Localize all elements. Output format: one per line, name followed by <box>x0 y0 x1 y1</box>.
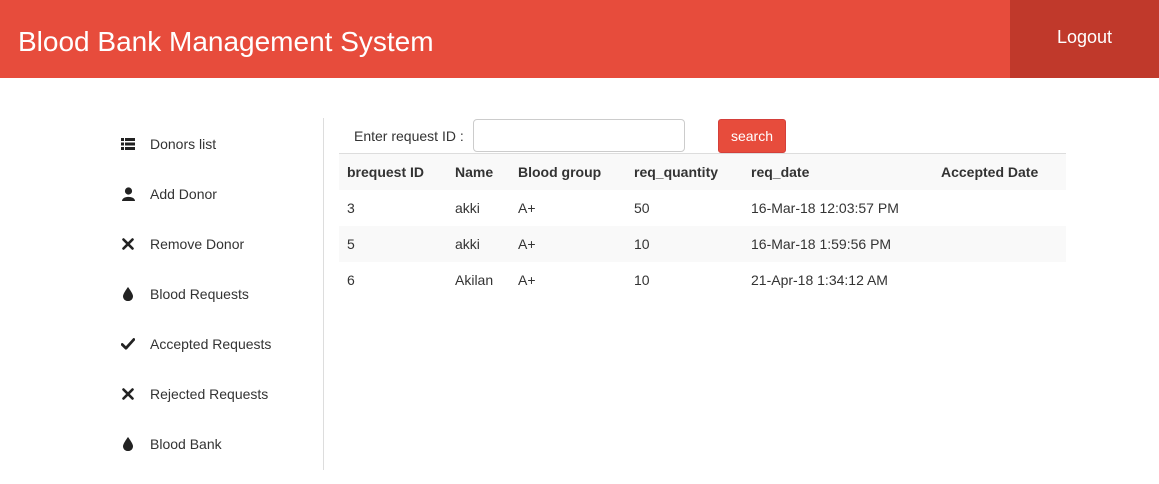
table-cell: Akilan <box>447 262 510 298</box>
check-icon <box>120 336 136 352</box>
table-cell: 10 <box>626 262 743 298</box>
sidebar: Donors list Add Donor Remove Donor Blood… <box>0 118 324 470</box>
column-header: brequest ID <box>339 153 447 190</box>
logout-button[interactable]: Logout <box>1010 0 1159 78</box>
sidebar-item-rejected-requests[interactable]: Rejected Requests <box>120 382 268 406</box>
top-navbar: Blood Bank Management System Logout <box>0 0 1159 78</box>
column-header: Blood group <box>510 153 626 190</box>
column-header: Name <box>447 153 510 190</box>
sidebar-item-label: Remove Donor <box>150 236 245 252</box>
app-title[interactable]: Blood Bank Management System <box>18 25 434 59</box>
table-cell <box>933 226 1066 262</box>
table-cell: 5 <box>339 226 447 262</box>
table-cell: 21-Apr-18 1:34:12 AM <box>743 262 933 298</box>
request-id-label: Enter request ID : <box>354 128 464 144</box>
table-header-row: brequest ID Name Blood group req_quantit… <box>339 153 1066 190</box>
user-icon <box>120 186 136 202</box>
request-id-input[interactable] <box>473 119 685 152</box>
drop-icon <box>120 436 136 452</box>
table-cell: 3 <box>339 190 447 226</box>
sidebar-item-donors-list[interactable]: Donors list <box>120 132 216 156</box>
drop-icon <box>120 286 136 302</box>
sidebar-item-label: Donors list <box>150 136 217 152</box>
sidebar-item-blood-requests[interactable]: Blood Requests <box>120 282 249 306</box>
search-button[interactable]: search <box>718 119 786 153</box>
sidebar-item-label: Blood Bank <box>150 436 222 452</box>
column-header: req_quantity <box>626 153 743 190</box>
requests-table: brequest ID Name Blood group req_quantit… <box>339 153 1066 298</box>
table-cell: akki <box>447 226 510 262</box>
table-row: 5 akki A+ 10 16-Mar-18 1:59:56 PM <box>339 226 1066 262</box>
close-icon <box>120 236 136 252</box>
sidebar-item-remove-donor[interactable]: Remove Donor <box>120 232 244 256</box>
table-cell: 16-Mar-18 12:03:57 PM <box>743 190 933 226</box>
column-header: Accepted Date <box>933 153 1066 190</box>
close-icon <box>120 386 136 402</box>
table-cell: A+ <box>510 262 626 298</box>
table-cell <box>933 190 1066 226</box>
table-cell: 50 <box>626 190 743 226</box>
table-cell: A+ <box>510 226 626 262</box>
column-header: req_date <box>743 153 933 190</box>
sidebar-item-label: Rejected Requests <box>150 386 269 402</box>
sidebar-item-label: Add Donor <box>150 186 217 202</box>
table-cell: 6 <box>339 262 447 298</box>
table-cell: A+ <box>510 190 626 226</box>
table-cell: 10 <box>626 226 743 262</box>
sidebar-item-label: Blood Requests <box>150 286 249 302</box>
table-row: 3 akki A+ 50 16-Mar-18 12:03:57 PM <box>339 190 1066 226</box>
table-cell: 16-Mar-18 1:59:56 PM <box>743 226 933 262</box>
sidebar-item-blood-bank[interactable]: Blood Bank <box>120 432 222 456</box>
table-cell: akki <box>447 190 510 226</box>
table-row: 6 Akilan A+ 10 21-Apr-18 1:34:12 AM <box>339 262 1066 298</box>
list-icon <box>120 136 136 152</box>
sidebar-item-add-donor[interactable]: Add Donor <box>120 182 217 206</box>
sidebar-item-label: Accepted Requests <box>150 336 272 352</box>
table-cell <box>933 262 1066 298</box>
sidebar-item-accepted-requests[interactable]: Accepted Requests <box>120 332 271 356</box>
